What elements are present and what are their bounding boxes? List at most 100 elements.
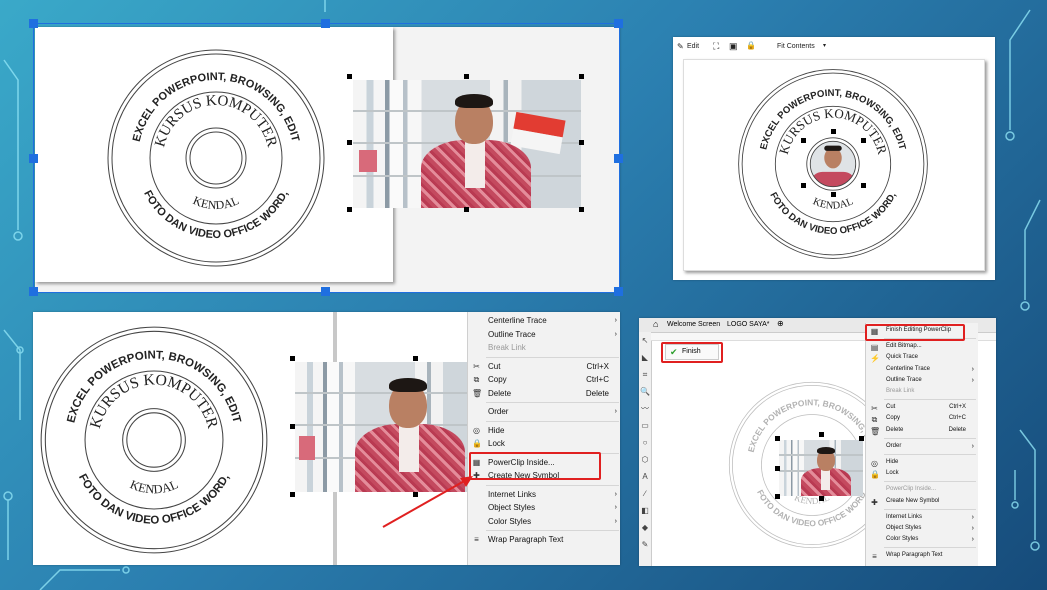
freehand-tool-icon[interactable]: 〰 [639,400,651,417]
menu-item-icon [472,330,481,339]
menu-item-shortcut: Delete [948,426,966,433]
menu-item-icon: ▤ [870,343,879,353]
highlight-box [469,452,601,480]
logo-inner-bottom: KENDAL [128,477,180,496]
menu-item-icon: 🔒 [870,470,880,480]
home-icon[interactable]: ⌂ [653,319,658,329]
highlight-box [661,342,723,363]
menu-item-shortcut: Ctrl+C [586,375,609,384]
selection-handle[interactable] [614,154,623,163]
edit-icon[interactable]: ✎ [677,42,684,51]
menu-separator [884,547,976,549]
menu-item-label: Wrap Paragraph Text [886,552,943,559]
extract-contents-icon[interactable]: ▣ [729,41,738,52]
eyedropper-tool-icon[interactable]: ✎ [639,536,651,553]
select-contents-icon[interactable]: ⛶ [713,41,719,52]
selection-handle[interactable] [29,19,38,28]
logo-stamp: EXCEL POWERPOINT, BROWSING, EDIT FOTO DA… [40,326,268,554]
polygon-tool-icon[interactable]: ⬡ [639,451,651,468]
menu-item-object-styles[interactable]: Object Styles › [468,501,620,515]
menu-item-cut[interactable]: ✂ Cut Ctrl+X [468,360,620,374]
fit-contents-dropdown[interactable]: Fit Contents [777,43,815,50]
lock-icon[interactable]: 🔒 [746,41,756,50]
selection-handle[interactable] [29,154,38,163]
menu-item-icon: ✂ [871,404,878,414]
menu-item-label: Object Styles [488,503,536,512]
photo-bitmap[interactable] [779,440,863,496]
selection-handle[interactable] [614,287,623,296]
menu-item-powerclip-inside[interactable]: PowerClip Inside... [866,484,978,495]
edit-button[interactable]: Edit [687,43,699,50]
menu-item-label: Color Styles [488,516,532,526]
submenu-arrow-icon: › [971,536,974,544]
menu-item-icon: ✂ [473,361,480,371]
menu-item-icon: 🗑 [870,426,881,436]
menu-item-color-styles[interactable]: Color Styles › [468,515,620,529]
menu-item-centerline-trace[interactable]: Centerline Trace › [468,314,620,328]
menu-item-delete[interactable]: 🗑 Delete Delete [866,425,978,436]
menu-item-break-link[interactable]: Break Link [866,386,978,397]
tab-welcome-screen[interactable]: Welcome Screen [667,321,720,328]
menu-item-label: Break Link [886,388,915,394]
rectangle-tool-icon[interactable]: ▭ [639,417,651,434]
text-tool-icon[interactable]: A [639,468,651,485]
menu-item-label: Delete [488,388,512,398]
menu-item-icon: 🔒 [472,439,482,448]
context-menu: Centerline Trace › Outline Trace › Break Lin… [467,312,620,565]
shadow-tool-icon[interactable]: ◧ [639,502,651,519]
ellipse-tool-icon[interactable]: ○ [639,434,651,451]
menu-separator [884,481,976,483]
menu-item-label: Order [886,442,902,449]
fill-tool-icon[interactable]: ◆ [639,519,651,536]
logo-stamp: EXCEL POWERPOINT, BROWSING, EDIT FOTO DA… [738,69,928,259]
menu-item-lock[interactable]: 🔒 Lock [468,437,620,451]
menu-separator [486,484,619,486]
menu-item-label: Lock [488,439,505,448]
menu-separator [486,420,619,422]
menu-item-outline-trace[interactable]: Outline Trace › [468,328,620,342]
selection-handle[interactable] [29,287,38,296]
menu-item-lock[interactable]: 🔒 Lock [866,468,978,479]
menu-item-outline-trace[interactable]: Outline Trace › [866,375,978,386]
menu-item-break-link[interactable]: Break Link [468,341,620,355]
menu-item-icon [870,388,879,397]
line-tool-icon[interactable]: ∕ [639,485,651,502]
shape-tool-icon[interactable]: ◣ [639,349,651,366]
menu-item-wrap-paragraph-text[interactable]: ≡ Wrap Paragraph Text [866,550,978,561]
selection-handle[interactable] [614,19,623,28]
chevron-down-icon[interactable]: ▾ [823,42,826,49]
menu-item-create-new-symbol[interactable]: ✚ Create New Symbol [866,496,978,507]
selection-handle[interactable] [321,287,330,296]
menu-item-internet-links[interactable]: Internet Links › [866,512,978,523]
menu-item-hide[interactable]: ◎ Hide [468,424,620,438]
menu-item-label: Delete [886,426,904,433]
menu-separator [486,356,619,358]
menu-item-icon: ◎ [473,425,480,435]
menu-item-label: Quick Trace [886,354,919,361]
crop-tool-icon[interactable]: ⌗ [639,366,651,383]
menu-item-object-styles[interactable]: Object Styles › [866,523,978,534]
menu-item-cut[interactable]: ✂ Cut Ctrl+X [866,402,978,413]
menu-item-centerline-trace[interactable]: Centerline Trace › [866,364,978,375]
menu-item-internet-links[interactable]: Internet Links › [468,488,620,502]
menu-item-edit-bitmap[interactable]: ▤ Edit Bitmap... [866,341,978,352]
menu-item-label: Internet Links [886,513,923,520]
menu-item-order[interactable]: Order › [468,405,620,419]
pick-tool-icon[interactable]: ↖ [639,332,651,349]
selection-frame[interactable] [33,23,620,293]
menu-item-quick-trace[interactable]: ⚡ Quick Trace [866,352,978,363]
menu-item-wrap-paragraph-text[interactable]: ≡ Wrap Paragraph Text [468,533,620,547]
menu-item-hide[interactable]: ◎ Hide [866,457,978,468]
add-tab-icon[interactable]: ⊕ [777,319,784,328]
menu-item-copy[interactable]: ⧉ Copy Ctrl+C [866,413,978,424]
tab-logo-saya[interactable]: LOGO SAYA* [727,321,770,328]
menu-item-color-styles[interactable]: Color Styles › [866,534,978,545]
zoom-tool-icon[interactable]: 🔍 [639,383,651,400]
selection-handle[interactable] [321,19,330,28]
menu-item-copy[interactable]: ⧉ Copy Ctrl+C [468,373,620,387]
menu-item-label: Copy [886,415,901,422]
menu-item-icon [870,377,879,386]
menu-item-delete[interactable]: 🗑 Delete Delete [468,387,620,401]
menu-item-order[interactable]: Order › [866,441,978,452]
menu-item-label: Cut [488,361,501,371]
